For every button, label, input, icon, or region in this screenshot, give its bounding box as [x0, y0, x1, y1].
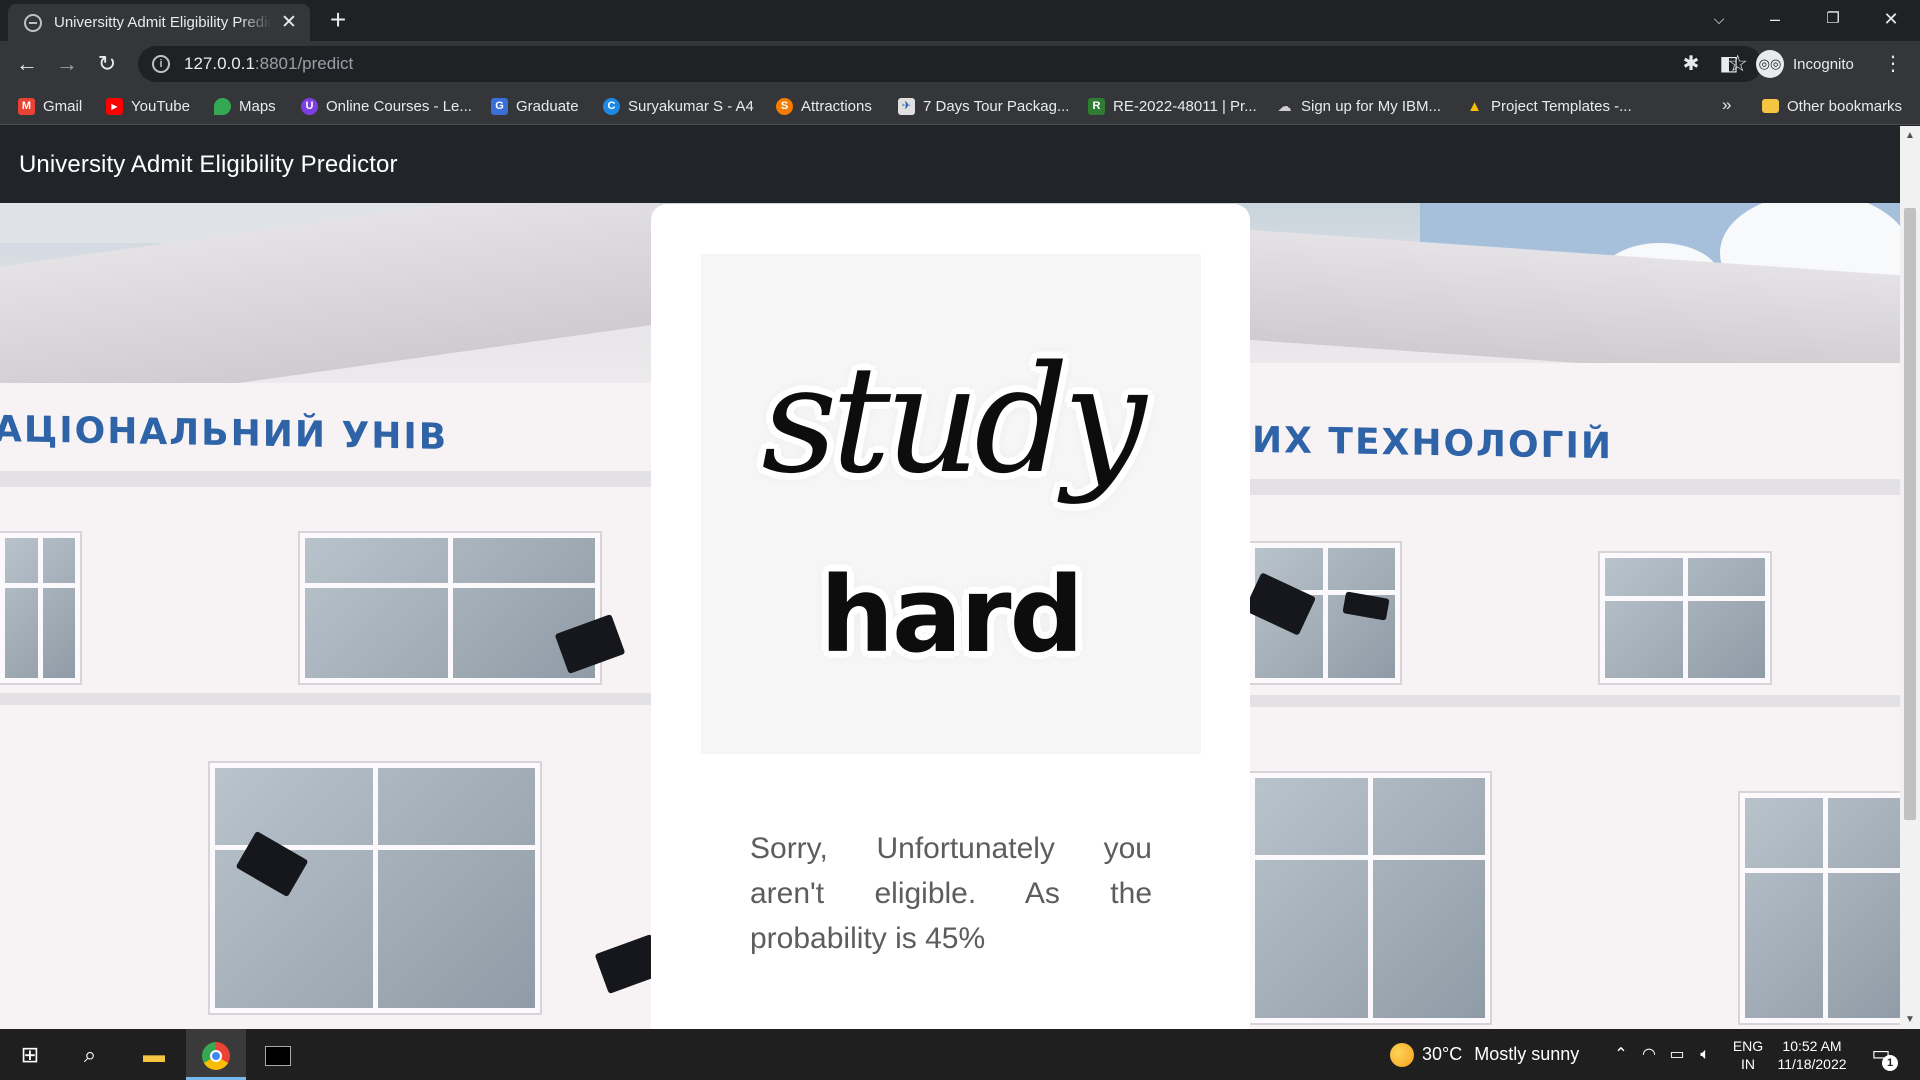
- illustration-study-text: study: [761, 334, 1146, 506]
- restore-icon[interactable]: ❐: [1804, 0, 1862, 40]
- building-sign: ИХ ТЕХНОЛОГІЙ: [1252, 419, 1614, 468]
- bookmark-attractions[interactable]: S Attractions: [776, 94, 872, 118]
- ledge: [1240, 479, 1900, 495]
- tab-close-icon[interactable]: ✕: [278, 11, 300, 34]
- notification-center-icon[interactable]: ▭ 1: [1866, 1039, 1898, 1071]
- new-tab-button[interactable]: +: [322, 5, 354, 37]
- bookmark-re-2022[interactable]: R RE-2022-48011 | Pr...: [1088, 94, 1257, 118]
- url-path: :8801/predict: [254, 54, 354, 73]
- scroll-up-icon[interactable]: ▲: [1900, 130, 1920, 141]
- bookmark-project-templates[interactable]: ▲ Project Templates -...: [1466, 94, 1632, 118]
- forward-icon[interactable]: →: [50, 47, 84, 81]
- tab-search-icon[interactable]: ⌵: [1690, 0, 1748, 40]
- tab-title: Universitty Admit Eligibility Predictor: [54, 14, 272, 31]
- window: [300, 533, 600, 683]
- result-card: study hard Sorry, Unfortunately you aren…: [651, 204, 1250, 1029]
- bookmark-gmail[interactable]: M Gmail: [18, 94, 82, 118]
- bookmark-tour-packages[interactable]: ✈ 7 Days Tour Packag...: [898, 94, 1069, 118]
- network-icon[interactable]: ◠: [1636, 1029, 1662, 1080]
- page-scrollbar[interactable]: ▲ ▼: [1900, 126, 1920, 1029]
- sunny-weather-icon: [1390, 1042, 1414, 1067]
- minimize-icon[interactable]: –: [1746, 0, 1804, 40]
- gmail-icon: M: [18, 97, 35, 115]
- bookmark-suryakumar[interactable]: C Suryakumar S - A4: [603, 94, 754, 118]
- file-explorer-icon[interactable]: ▬: [124, 1029, 184, 1080]
- window: [1600, 553, 1770, 683]
- bookmark-maps[interactable]: Maps: [214, 94, 276, 118]
- prediction-result-text: Sorry, Unfortunately you aren't eligible…: [750, 832, 1152, 955]
- back-icon[interactable]: ←: [10, 47, 44, 81]
- attractions-icon: S: [776, 97, 793, 115]
- youtube-icon: ▶: [106, 97, 123, 115]
- re-icon: R: [1088, 97, 1105, 115]
- study-hard-illustration: study hard: [701, 254, 1201, 754]
- canva-icon: C: [603, 97, 620, 115]
- system-clock[interactable]: 10:52 AM 11/18/2022: [1770, 1037, 1854, 1073]
- incognito-icon: ◎◎: [1756, 50, 1784, 78]
- page-viewport: University Admit Eligibility Predictor А…: [0, 126, 1900, 1029]
- scrollbar-thumb[interactable]: [1904, 208, 1916, 820]
- weather-widget[interactable]: 30°C Mostly sunny: [1390, 1029, 1579, 1080]
- window: [1250, 773, 1490, 1023]
- incognito-label: Incognito: [1793, 55, 1854, 73]
- show-hidden-icons-icon[interactable]: ⌃: [1608, 1029, 1634, 1080]
- address-bar[interactable]: i 127.0.0.1:8801/predict ☆: [138, 46, 1762, 82]
- maps-icon: [214, 97, 231, 115]
- close-window-icon[interactable]: ✕: [1862, 0, 1920, 40]
- incognito-profile-button[interactable]: ◎◎ Incognito: [1756, 48, 1854, 80]
- volume-icon[interactable]: 🔈︎: [1692, 1029, 1718, 1080]
- browser-tab[interactable]: Universitty Admit Eligibility Predictor …: [8, 4, 310, 41]
- reload-icon[interactable]: ↻: [90, 47, 124, 81]
- ledge: [0, 693, 660, 705]
- site-info-icon[interactable]: i: [152, 55, 170, 73]
- terminal-taskbar-icon[interactable]: [248, 1029, 308, 1080]
- windows-start-icon[interactable]: ⊞: [0, 1029, 60, 1080]
- scroll-down-icon[interactable]: ▼: [1900, 1014, 1920, 1025]
- tab-strip: Universitty Admit Eligibility Predictor …: [0, 0, 1920, 41]
- extensions-icon[interactable]: ✱: [1674, 47, 1708, 81]
- bookmark-online-courses[interactable]: U Online Courses - Le...: [301, 94, 472, 118]
- weather-description: Mostly sunny: [1474, 1044, 1580, 1064]
- weather-temp: 30°C: [1422, 1044, 1463, 1064]
- ledge: [1240, 695, 1900, 707]
- window: [0, 533, 80, 683]
- bookmark-ibm[interactable]: ☁ Sign up for My IBM...: [1276, 94, 1441, 118]
- battery-icon[interactable]: ▭: [1664, 1029, 1690, 1080]
- other-bookmarks[interactable]: Other bookmarks: [1762, 94, 1902, 118]
- drive-icon: ▲: [1467, 97, 1482, 115]
- window: [1740, 793, 1900, 1023]
- ledge: [0, 471, 660, 487]
- bookmark-youtube[interactable]: ▶ YouTube: [106, 94, 190, 118]
- menu-kebab-icon[interactable]: ⋮: [1876, 47, 1910, 81]
- bookmarks-overflow-icon[interactable]: »: [1722, 95, 1731, 115]
- folder-icon: [1762, 99, 1779, 113]
- notification-count: 1: [1882, 1055, 1898, 1071]
- chrome-taskbar-icon[interactable]: [186, 1029, 246, 1080]
- graduate-icon: G: [491, 97, 508, 115]
- side-panel-icon[interactable]: ◧: [1712, 47, 1746, 81]
- input-language[interactable]: ENG IN: [1730, 1037, 1766, 1073]
- illustration-hard-text: hard: [820, 554, 1084, 676]
- search-icon[interactable]: ⌕: [60, 1029, 120, 1080]
- ibm-icon: ☁: [1276, 97, 1293, 115]
- site-brand-title[interactable]: University Admit Eligibility Predictor: [19, 151, 398, 179]
- windows-taskbar: ⊞ ⌕ ▬ 30°C Mostly sunny ⌃ ◠ ▭ 🔈︎ ENG IN …: [0, 1029, 1920, 1080]
- site-navbar: University Admit Eligibility Predictor: [0, 126, 1900, 203]
- courses-icon: U: [301, 97, 318, 115]
- tour-icon: ✈: [898, 97, 915, 115]
- browser-toolbar: ← → ↻ i 127.0.0.1:8801/predict ☆ ✱ ◧ ◎◎ …: [0, 41, 1920, 87]
- url-host: 127.0.0.1: [184, 54, 255, 73]
- bookmark-graduate[interactable]: G Graduate: [491, 94, 579, 118]
- bookmarks-bar: M Gmail ▶ YouTube Maps U Online Courses - L…: [0, 87, 1920, 125]
- window: [210, 763, 540, 1013]
- building-sign: АЦІОНАЛЬНИЙ УНІВ: [0, 409, 449, 458]
- globe-icon: [24, 13, 42, 32]
